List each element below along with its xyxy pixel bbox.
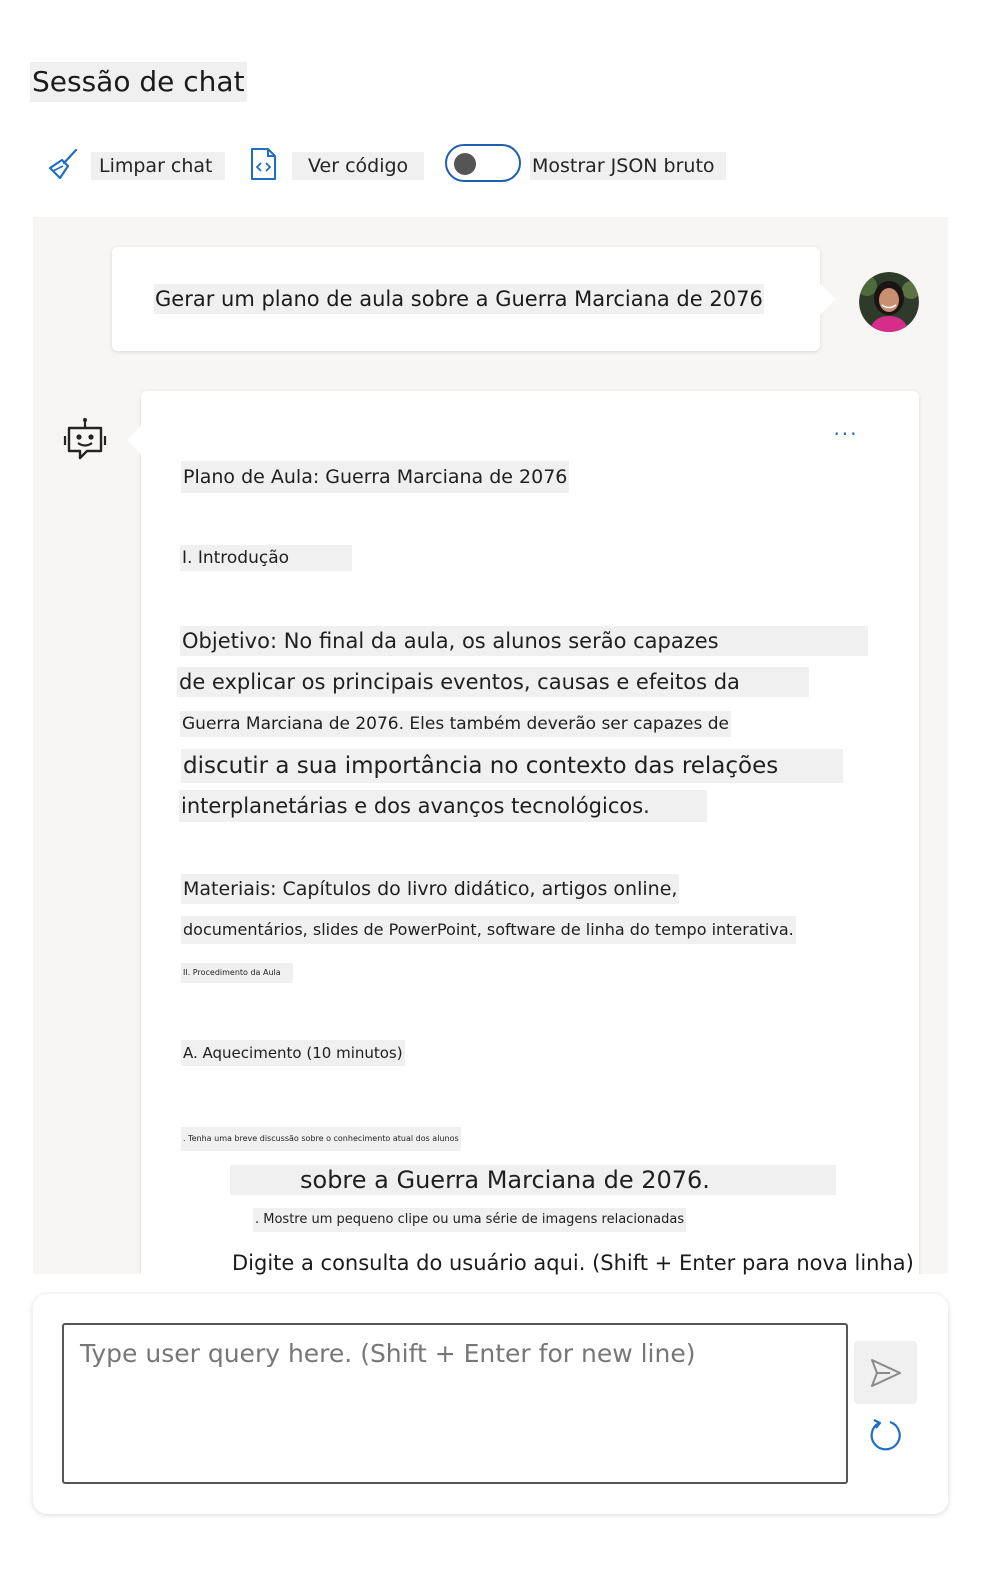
user-avatar bbox=[859, 272, 919, 332]
lesson-line: Guerra Marciana de 2076. Eles também dev… bbox=[180, 711, 732, 737]
user-message-text: Gerar um plano de aula sobre a Guerra Ma… bbox=[154, 284, 764, 314]
query-input[interactable] bbox=[62, 1323, 848, 1484]
clear-chat-button[interactable]: Limpar chat bbox=[91, 152, 225, 180]
lesson-line: sobre a Guerra Marciana de 2076. bbox=[230, 1165, 836, 1195]
section-heading: II. Procedimento da Aula bbox=[181, 963, 293, 983]
send-icon bbox=[871, 1359, 901, 1387]
materials-line: Materiais: Capítulos do livro didático, … bbox=[181, 874, 680, 904]
subsection-heading: A. Aquecimento (10 minutos) bbox=[181, 1040, 405, 1066]
view-code-button[interactable]: Ver código bbox=[292, 152, 424, 180]
page-title: Sessão de chat bbox=[30, 62, 247, 102]
lesson-line: Objetivo: No final da aula, os alunos se… bbox=[180, 626, 868, 656]
lesson-line: . Mostre um pequeno clipe ou uma série d… bbox=[253, 1208, 687, 1232]
refresh-button[interactable] bbox=[866, 1416, 904, 1454]
toggle-knob bbox=[454, 153, 476, 175]
broom-icon[interactable] bbox=[46, 146, 82, 182]
materials-line: documentários, slides de PowerPoint, sof… bbox=[181, 916, 796, 944]
code-file-icon[interactable] bbox=[246, 146, 282, 182]
lesson-line: discutir a sua importância no contexto d… bbox=[181, 749, 843, 783]
lesson-line: . Tenha uma breve discussão sobre o conh… bbox=[181, 1127, 461, 1151]
assistant-message: ... Plano de Aula: Guerra Marciana de 20… bbox=[141, 391, 919, 1274]
more-options-button[interactable]: ... bbox=[831, 418, 861, 441]
lesson-line: interplanetárias e dos avanços tecnológi… bbox=[179, 790, 707, 822]
raw-json-label: Mostrar JSON bruto bbox=[530, 152, 726, 180]
user-message: Gerar um plano de aula sobre a Guerra Ma… bbox=[112, 247, 820, 351]
lesson-title: Plano de Aula: Guerra Marciana de 2076 bbox=[181, 461, 570, 493]
refresh-icon bbox=[870, 1419, 901, 1451]
send-button[interactable] bbox=[854, 1341, 917, 1404]
overlay-caption: Digite a consulta do usuário aqui. (Shif… bbox=[232, 1248, 914, 1278]
lesson-line: de explicar os principais eventos, causa… bbox=[177, 667, 809, 697]
input-panel bbox=[33, 1294, 948, 1514]
section-heading: I. Introdução bbox=[180, 545, 352, 571]
chat-history[interactable]: Gerar um plano de aula sobre a Guerra Ma… bbox=[33, 217, 948, 1274]
bot-icon bbox=[63, 417, 107, 467]
raw-json-toggle[interactable] bbox=[445, 144, 521, 182]
toolbar: Limpar chat Ver código Mostrar JSON brut… bbox=[0, 140, 998, 190]
